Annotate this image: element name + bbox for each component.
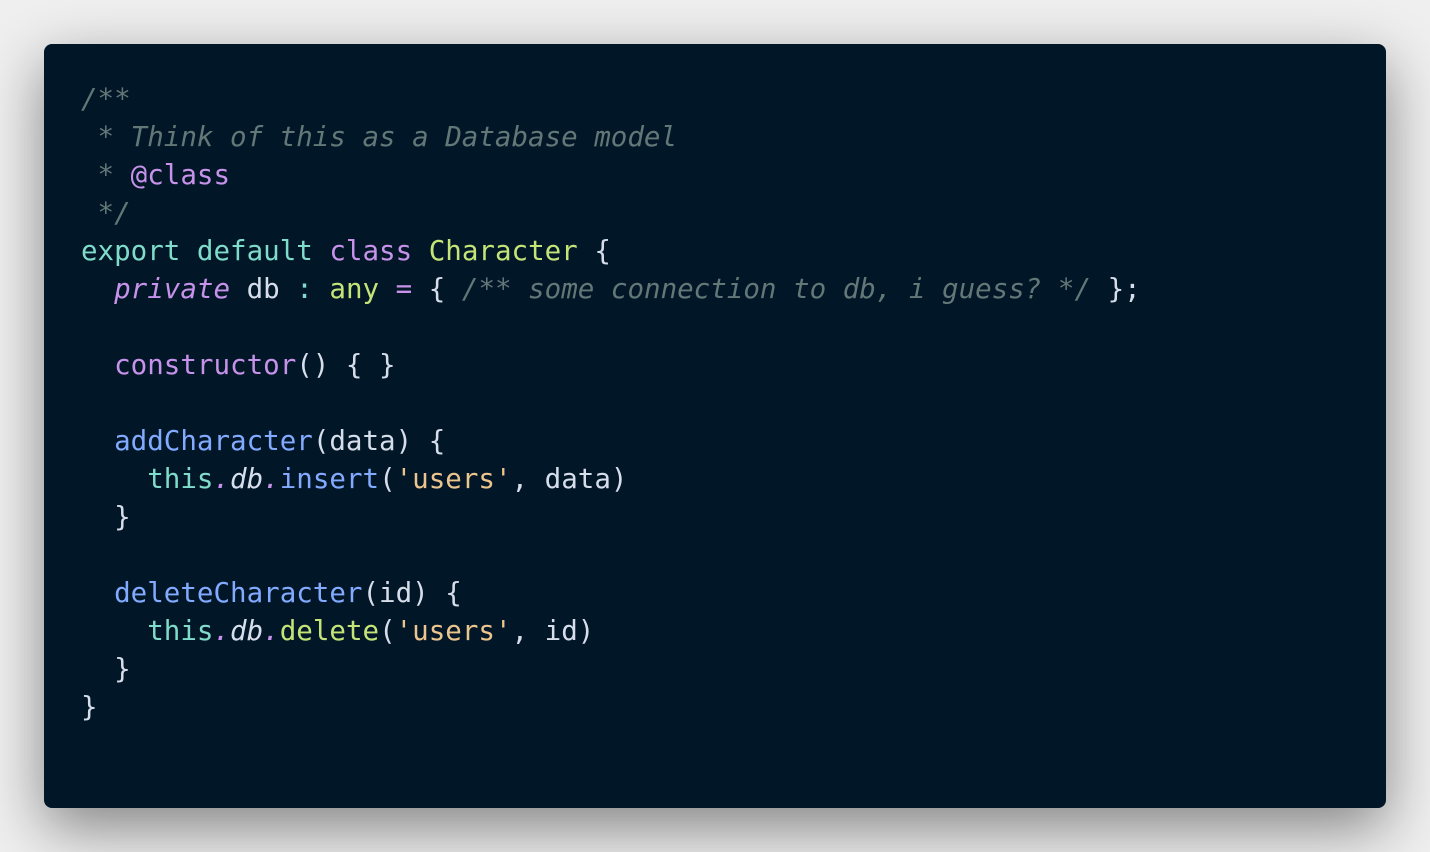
code-line-1: /**: [81, 80, 1141, 118]
code-line-3: * @class: [81, 156, 1141, 194]
method-close-brace: }: [81, 653, 131, 685]
method-params: (id) {: [362, 577, 462, 609]
property-db: db: [230, 463, 264, 495]
string-literal: 'users': [395, 615, 512, 647]
assign-operator: =: [395, 273, 413, 305]
field-name-db: db: [246, 273, 280, 305]
class-name: Character: [428, 235, 578, 267]
method-params: (data) {: [312, 425, 446, 457]
keyword-private: private: [114, 273, 231, 305]
code-line-5: export default class Character {: [81, 232, 1141, 270]
method-name-addCharacter: addCharacter: [114, 425, 313, 457]
paren-open: (: [379, 615, 396, 647]
code-line-13-blank: [81, 536, 1141, 574]
method-call-delete: delete: [279, 615, 380, 647]
keyword-default: default: [196, 235, 313, 267]
class-open-brace: {: [594, 235, 611, 267]
method-call-insert: insert: [279, 463, 380, 495]
code-block: /** * Think of this as a Database model …: [81, 80, 1141, 726]
doc-comment-text: * Think of this as a Database model: [81, 121, 678, 153]
this-keyword: this: [147, 463, 214, 495]
code-snippet-window: /** * Think of this as a Database model …: [44, 44, 1386, 808]
doc-comment-close: */: [81, 197, 131, 229]
code-line-8: constructor() { }: [81, 346, 1141, 384]
type-any: any: [329, 273, 380, 305]
call-args: , id): [511, 615, 595, 647]
constructor-keyword: constructor: [114, 349, 297, 381]
doc-comment-star: *: [81, 159, 131, 191]
code-line-7-blank: [81, 308, 1141, 346]
method-name-deleteCharacter: deleteCharacter: [114, 577, 363, 609]
code-line-14: deleteCharacter(id) {: [81, 574, 1141, 612]
code-line-17: }: [81, 688, 1141, 726]
keyword-class: class: [329, 235, 413, 267]
code-line-9-blank: [81, 384, 1141, 422]
this-keyword: this: [147, 615, 214, 647]
code-line-12: }: [81, 498, 1141, 536]
code-line-15: this.db.delete('users', id): [81, 612, 1141, 650]
class-close-brace: }: [81, 691, 98, 723]
object-open-brace: {: [428, 273, 446, 305]
code-line-10: addCharacter(data) {: [81, 422, 1141, 460]
string-literal: 'users': [395, 463, 512, 495]
jsdoc-class-tag: @class: [130, 159, 231, 191]
keyword-export: export: [81, 235, 181, 267]
member-dot: .: [263, 615, 280, 647]
member-dot: .: [263, 463, 280, 495]
code-line-2: * Think of this as a Database model: [81, 118, 1141, 156]
inline-comment: /** some connection to db, i guess? */: [461, 273, 1092, 305]
member-dot: .: [213, 615, 231, 647]
call-args: , data): [511, 463, 628, 495]
object-close-brace: };: [1107, 273, 1141, 305]
code-line-11: this.db.insert('users', data): [81, 460, 1141, 498]
code-line-16: }: [81, 650, 1141, 688]
member-dot: .: [213, 463, 231, 495]
code-line-4: */: [81, 194, 1141, 232]
code-line-6: private db : any = { /** some connection…: [81, 270, 1141, 308]
doc-comment-open: /**: [81, 83, 131, 115]
type-colon: :: [296, 273, 313, 305]
constructor-body: () { }: [296, 349, 396, 381]
paren-open: (: [379, 463, 396, 495]
method-close-brace: }: [81, 501, 131, 533]
property-db: db: [230, 615, 264, 647]
